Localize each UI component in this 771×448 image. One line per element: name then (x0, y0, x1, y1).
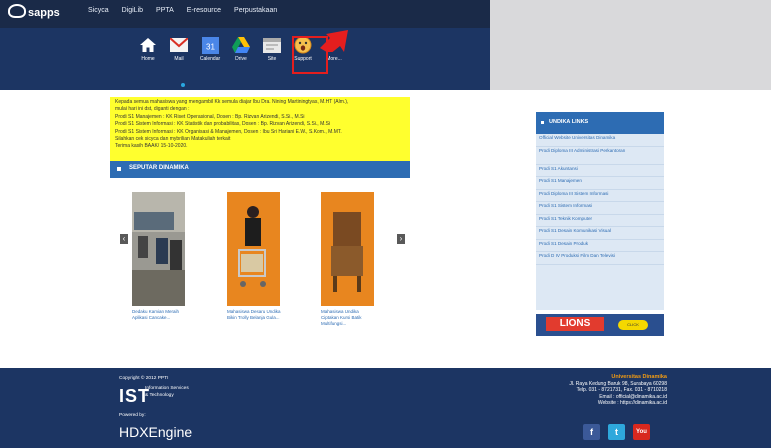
website-line: Website : https://dinamika.ac.id (597, 400, 667, 407)
lions-banner[interactable]: LIONS CLICK (536, 314, 664, 336)
notice-line: Kepada semua mahasiswa yang mengambil Kk… (115, 99, 349, 105)
news-carousel: ‹ › Dedaku Kamian Meraih Aplikasi Cancak… (110, 178, 410, 328)
ist-subtitle-line: & Technology (145, 392, 174, 398)
notice-line: Silahkan cek sicyca dan mybrilian Mataku… (115, 136, 231, 143)
sapps-logo[interactable]: sapps (8, 4, 60, 19)
hdxengine-logo: HDXEngine (119, 424, 193, 440)
nav-perpustakaan[interactable]: Perpustakaan (234, 7, 277, 14)
carousel-prev-button[interactable]: ‹ (120, 234, 128, 244)
link-item[interactable]: Prodi Diploma III Sistem Informasi (536, 190, 664, 202)
link-item[interactable]: Prodi S1 Desain Produk (536, 240, 664, 252)
ist-subtitle: Information Services & Technology (145, 386, 189, 399)
link-item[interactable]: Prodi S1 Manajemen (536, 177, 664, 190)
youtube-icon[interactable]: You (633, 424, 650, 440)
notice-line: Prodi S1 Sistem Informasi : KK Statistik… (115, 121, 331, 128)
app-label: Drive (235, 56, 247, 62)
copyright-text: Copyright © 2012 PPTI (119, 376, 169, 381)
app-home[interactable]: Home (136, 36, 160, 62)
address-line: Jl. Raya Kedung Baruk 98, Surabaya 60298 (569, 380, 667, 387)
top-nav: Sicyca DigiLib PPTA E-resource Perpustak… (88, 7, 277, 14)
news-caption-1[interactable]: Dedaku Kamian Meraih Aplikasi Cancake... (132, 309, 188, 321)
news-caption-2[interactable]: Mahasiswa Desaru Undika Bikin Trolly Bel… (227, 309, 283, 321)
link-item[interactable]: Prodi S1 Desain Komunikasi Visual (536, 227, 664, 240)
news-section-title: SEPUTAR DINAMIKA (129, 165, 189, 171)
calendar-icon: 31 (201, 36, 219, 54)
twitter-icon[interactable]: t (608, 424, 625, 440)
news-photo-2[interactable] (227, 192, 280, 306)
nav-sicyca[interactable]: Sicyca (88, 7, 109, 14)
links-list: Official Website Universitas Dinamika Pr… (536, 134, 664, 274)
notice-line: Prodi S1 Manajemen : KK Riset Operasiona… (115, 113, 305, 120)
email-line: Email : official@dinamika.ac.id (599, 393, 667, 400)
mail-icon (170, 36, 188, 54)
facebook-icon[interactable]: f (583, 424, 600, 440)
app-label: Mail (174, 56, 184, 62)
ist-subtitle-line: Information Services (145, 386, 189, 391)
powered-by-label: Powered by: (119, 413, 146, 418)
app-label: Calendar (199, 56, 221, 62)
news-caption-3[interactable]: Mahasiswa Undika Ciptakan Kursi Batik Mu… (321, 309, 377, 327)
link-item[interactable]: Prodi D IV Produksi Film Dan Televisi (536, 252, 664, 265)
home-icon (139, 36, 157, 54)
carousel-indicator (181, 83, 185, 87)
app-label: Site (267, 56, 277, 62)
link-item[interactable]: Prodi S1 Teknik Komputer (536, 215, 664, 227)
nav-eresource[interactable]: E-resource (187, 7, 221, 14)
links-panel-title: UNDIKA LINKS (549, 119, 589, 125)
notice-line: Prodi S1 Sistem Informasi : KK Organisas… (115, 128, 342, 135)
link-item[interactable]: Prodi Diploma III Administrasi Perkantor… (536, 147, 664, 165)
app-site[interactable]: Site (260, 36, 284, 62)
link-item[interactable]: Prodi S1 Akuntansi (536, 165, 664, 177)
news-photo-3[interactable] (321, 192, 374, 306)
square-bullet-icon (541, 121, 544, 124)
lions-logo: LIONS (546, 317, 604, 331)
nav-digilib[interactable]: DigiLib (122, 7, 143, 14)
lions-click-button[interactable]: CLICK (618, 320, 648, 330)
red-arrow-icon (320, 30, 348, 52)
app-drive[interactable]: Drive (229, 36, 253, 62)
drive-icon (232, 36, 250, 54)
phone-line: Telp. 031 - 8721731, Fax. 031 - 8710218 (576, 387, 667, 394)
link-item[interactable]: Official Website Universitas Dinamika (536, 134, 664, 147)
social-links: f t You (583, 424, 650, 440)
notice-line: Terima kasih BAAK/ 15-10-2020. (115, 143, 188, 150)
logo-icon (8, 4, 26, 18)
link-item[interactable]: Prodi S1 Sistem Informasi (536, 202, 664, 215)
footer: Copyright © 2012 PPTI IST Information Se… (0, 368, 771, 448)
app-mail[interactable]: Mail (167, 36, 191, 62)
app-label: Home (141, 56, 155, 62)
blank-panel (490, 0, 771, 90)
news-photo-1[interactable] (132, 192, 185, 306)
notice-line: mulai hari ini dst, diganti dengan : (115, 106, 190, 113)
site-icon (263, 36, 281, 54)
university-contact: Universitas Dinamika Jl. Raya Kedung Bar… (569, 374, 667, 407)
carousel-next-button[interactable]: › (397, 234, 405, 244)
app-calendar[interactable]: 31 Calendar (198, 36, 222, 62)
app-label: More... (326, 56, 342, 62)
university-name: Universitas Dinamika (611, 374, 667, 380)
links-panel-footer (536, 274, 664, 310)
calendar-glyph: 31 (206, 42, 215, 51)
square-bullet-icon (117, 167, 121, 171)
nav-ppta[interactable]: PPTA (156, 7, 174, 14)
news-section-header: SEPUTAR DINAMIKA (110, 161, 410, 178)
links-panel-header: UNDIKA LINKS (536, 112, 664, 134)
